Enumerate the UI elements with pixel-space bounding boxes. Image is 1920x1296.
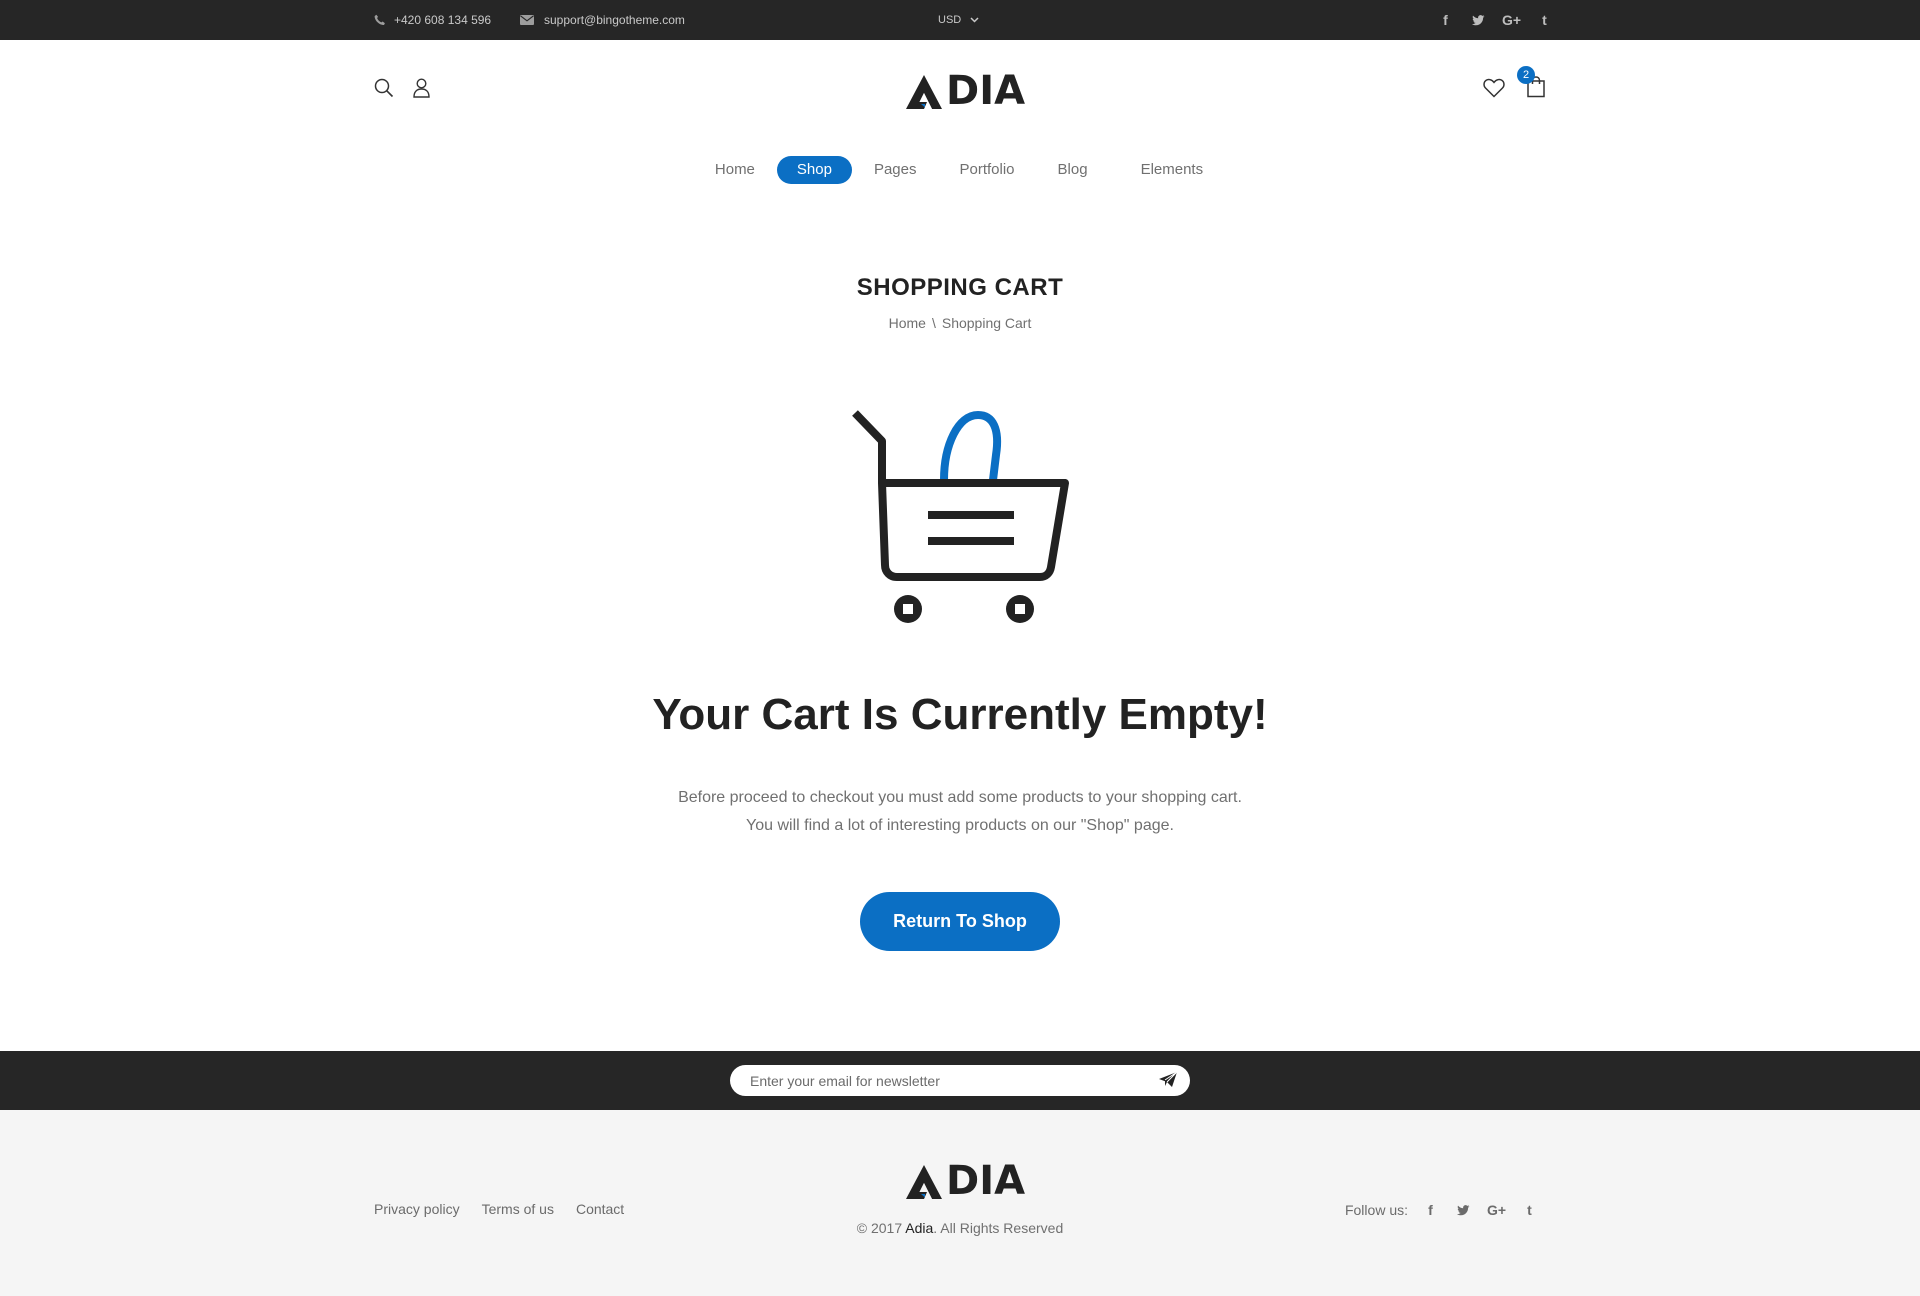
page-title: SHOPPING CART [856, 274, 1064, 301]
tumblr-icon[interactable]: t [1513, 1202, 1546, 1218]
heart-icon[interactable] [1483, 78, 1505, 98]
currency-value: USD [938, 14, 962, 26]
empty-cart-message: Before proceed to checkout you must add … [0, 784, 1920, 840]
paper-plane-icon[interactable] [1158, 1071, 1178, 1089]
nav-pages[interactable]: Pages [854, 156, 937, 184]
cart-button[interactable]: 2 [1517, 66, 1548, 100]
footer-link-privacy[interactable]: Privacy policy [374, 1201, 460, 1217]
logo-mark-icon [906, 1165, 942, 1199]
nav-portfolio[interactable]: Portfolio [940, 156, 1035, 184]
empty-cart-line-2: You will find a lot of interesting produ… [746, 817, 1174, 834]
footer: Privacy policy Terms of us Contact DIA ©… [0, 1110, 1920, 1296]
topbar-phone-text: +420 608 134 596 [394, 13, 492, 27]
nav-elements[interactable]: Elements [1121, 156, 1224, 184]
copyright-suffix: . All Rights Reserved [933, 1220, 1064, 1236]
top-bar: +420 608 134 596 support@bingotheme.com … [0, 0, 1920, 40]
footer-logo-text: DIA [946, 1158, 1026, 1204]
breadcrumb: Home \ Shopping Cart [0, 315, 1920, 331]
cart-count-badge: 2 [1517, 66, 1535, 84]
footer-links: Privacy policy Terms of us Contact [374, 1201, 624, 1217]
breadcrumb-home[interactable]: Home [889, 315, 926, 331]
tumblr-icon[interactable]: t [1528, 0, 1561, 40]
facebook-icon[interactable]: f [1429, 0, 1462, 40]
twitter-icon[interactable] [1447, 1204, 1480, 1216]
footer-link-terms[interactable]: Terms of us [482, 1201, 554, 1217]
newsletter-bar [0, 1051, 1920, 1110]
main-nav: Home Shop Pages Portfolio Blog Elements [0, 156, 1920, 184]
topbar-email-text: support@bingotheme.com [544, 13, 685, 27]
copyright-brand[interactable]: Adia [905, 1220, 933, 1236]
facebook-icon[interactable]: f [1414, 1202, 1447, 1218]
google-plus-icon[interactable]: G+ [1480, 1202, 1513, 1218]
logo-text: DIA [946, 68, 1026, 114]
search-icon[interactable] [374, 78, 394, 98]
copyright-prefix: © 2017 [856, 1220, 903, 1236]
breadcrumb-separator: \ [931, 315, 936, 331]
empty-cart-line-1: Before proceed to checkout you must add … [678, 789, 1242, 806]
topbar-social: f G+ t [1429, 0, 1561, 40]
topbar-phone[interactable]: +420 608 134 596 [374, 0, 491, 40]
return-to-shop-button[interactable]: Return To Shop [860, 892, 1060, 951]
footer-logo[interactable]: DIA [904, 1158, 1025, 1204]
footer-link-contact[interactable]: Contact [576, 1201, 624, 1217]
newsletter-email-input[interactable] [748, 1071, 1132, 1090]
shopping-cart-icon [852, 410, 1069, 623]
mail-icon [520, 15, 534, 25]
logo-mark-icon [906, 75, 942, 109]
breadcrumb-current: Shopping Cart [941, 315, 1032, 331]
nav-shop[interactable]: Shop [776, 156, 852, 184]
twitter-icon[interactable] [1462, 0, 1495, 40]
copyright: © 2017 Adia. All Rights Reserved [0, 1220, 1920, 1236]
follow-label: Follow us: [1344, 1202, 1408, 1218]
chevron-down-icon [970, 17, 979, 23]
google-plus-icon[interactable]: G+ [1495, 0, 1528, 40]
footer-follow: Follow us: f G+ t [1345, 1192, 1546, 1228]
nav-blog[interactable]: Blog [1038, 156, 1108, 184]
empty-cart-heading: Your Cart Is Currently Empty! [652, 690, 1268, 739]
topbar-email[interactable]: support@bingotheme.com [520, 0, 685, 40]
currency-selector[interactable]: USD [938, 0, 979, 40]
user-icon[interactable] [413, 78, 430, 98]
newsletter-form [730, 1065, 1190, 1096]
phone-icon [374, 14, 385, 26]
nav-home[interactable]: Home [695, 156, 775, 184]
site-logo[interactable]: DIA [904, 68, 1025, 114]
